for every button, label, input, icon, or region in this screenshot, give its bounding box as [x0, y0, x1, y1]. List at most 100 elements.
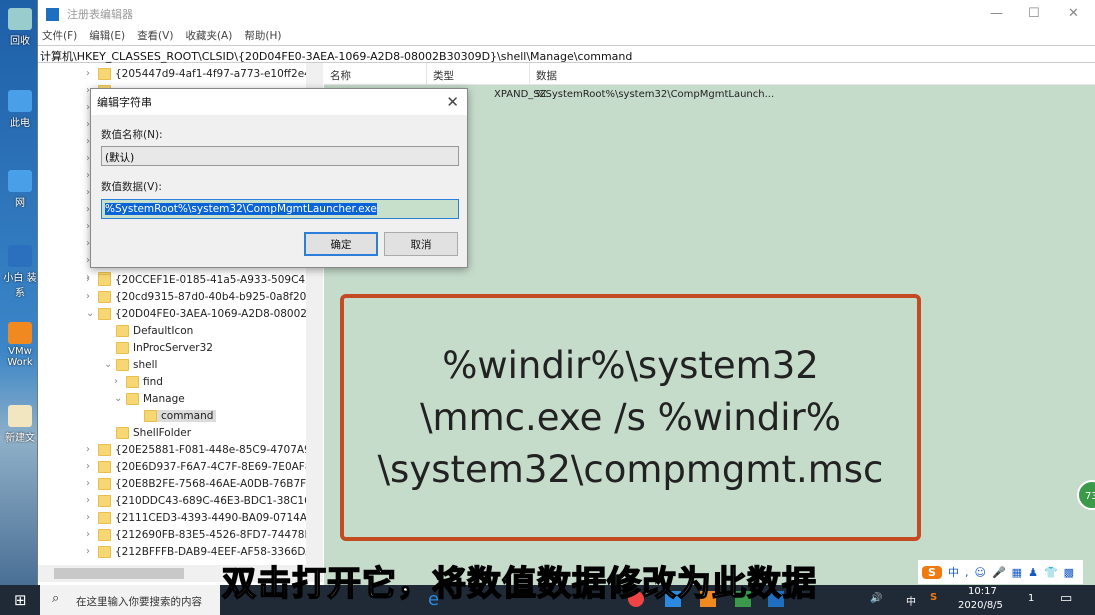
- scrollbar-thumb[interactable]: [54, 568, 184, 579]
- tree-label: command: [161, 409, 214, 422]
- keyboard-icon[interactable]: ▦: [1012, 566, 1022, 579]
- folder-icon: [98, 545, 111, 558]
- chevron-down-icon[interactable]: ⌄: [86, 308, 98, 319]
- menu-help[interactable]: 帮助(H): [244, 28, 281, 45]
- chevron-right-icon[interactable]: ›: [86, 461, 98, 472]
- user-icon[interactable]: ♟: [1028, 566, 1038, 579]
- search-placeholder: 在这里输入你要搜索的内容: [76, 596, 202, 608]
- dialog-title: 编辑字符串: [91, 89, 467, 115]
- value-data-field[interactable]: %SystemRoot%\system32\CompMgmtLauncher.e…: [101, 199, 459, 219]
- emoji-icon[interactable]: ☺: [975, 566, 986, 579]
- tree-row[interactable]: › {212690FB-83E5-4526-8FD7-74478B79: [86, 526, 323, 543]
- mic-icon[interactable]: 🎤: [992, 566, 1006, 579]
- chevron-right-icon[interactable]: ›: [86, 291, 98, 302]
- tree-label: {20E6D937-F6A7-4C7F-8E69-7E0AF817: [115, 460, 323, 473]
- tree-row[interactable]: ⌄ shell: [104, 356, 157, 373]
- menu-favorites[interactable]: 收藏夹(A): [185, 28, 232, 45]
- value-name-label: 数值名称(N):: [101, 129, 163, 141]
- ime-toolbar: S 中 , ☺ 🎤 ▦ ♟ 👕 ▩: [918, 560, 1083, 584]
- dialog-close-button[interactable]: ✕: [446, 93, 459, 111]
- desktop-icon-network[interactable]: 网: [2, 170, 38, 209]
- folder-icon: [98, 477, 111, 490]
- computer-icon: [8, 90, 32, 112]
- annotation-box: %windir%\system32 \mmc.exe /s %windir% \…: [340, 294, 921, 541]
- action-center-icon[interactable]: ▭: [1060, 591, 1072, 606]
- clock-date[interactable]: 2020/8/5: [958, 600, 1003, 611]
- chevron-right-icon[interactable]: ›: [114, 376, 126, 387]
- tree-row[interactable]: › {20E6D937-F6A7-4C7F-8E69-7E0AF817: [86, 458, 323, 475]
- folder-icon: [98, 67, 111, 80]
- window-title: 注册表编辑器: [67, 8, 133, 21]
- tree-row[interactable]: DefaultIcon: [104, 322, 193, 339]
- close-button[interactable]: ✕: [1068, 6, 1079, 21]
- value-name-field[interactable]: (默认): [101, 146, 459, 166]
- tree-row[interactable]: ShellFolder: [104, 424, 191, 441]
- desktop-icon-xiaobai[interactable]: 小白 装系: [2, 245, 38, 299]
- tree-row[interactable]: › find: [114, 373, 163, 390]
- annotation-line: \system32\compmgmt.msc: [377, 447, 884, 491]
- tree-row[interactable]: ⌄ {20D04FE0-3AEA-1069-A2D8-08002B30: [86, 305, 323, 322]
- menu-edit[interactable]: 编辑(E): [89, 28, 125, 45]
- tree-label: {20CCEF1E-0185-41a5-A933-509C43B5: [115, 273, 323, 286]
- maximize-button[interactable]: ☐: [1028, 6, 1040, 21]
- ime-mode[interactable]: 中: [948, 564, 959, 580]
- sogou-logo-icon[interactable]: S: [922, 565, 942, 579]
- chevron-right-icon[interactable]: ›: [86, 512, 98, 523]
- annotation-line: \mmc.exe /s %windir%: [420, 395, 841, 439]
- folder-icon: [98, 443, 111, 456]
- column-type[interactable]: 类型: [427, 63, 530, 84]
- menu-bar: 文件(F) 编辑(E) 查看(V) 收藏夹(A) 帮助(H): [38, 28, 1095, 45]
- taskbar-search[interactable]: ⌕ 在这里输入你要搜索的内容: [40, 585, 220, 615]
- desktop-icon-vmware[interactable]: VMw Work: [2, 322, 38, 368]
- tree-row[interactable]: ⌄ Manage: [114, 390, 185, 407]
- tree-row[interactable]: › {210DDC43-689C-46E3-BDC1-38C16CE: [86, 492, 323, 509]
- minimize-button[interactable]: —: [990, 6, 1003, 21]
- chevron-right-icon[interactable]: ›: [86, 444, 98, 455]
- skin-icon[interactable]: 👕: [1044, 566, 1058, 579]
- address-bar[interactable]: 计算机\HKEY_CLASSES_ROOT\CLSID\{20D04FE0-3A…: [38, 45, 1095, 63]
- ime-language[interactable]: 中: [906, 593, 916, 608]
- chevron-down-icon[interactable]: ⌄: [114, 393, 126, 404]
- desktop-icon-new-file[interactable]: 新建文: [2, 405, 38, 444]
- tree-label: {2111CED3-4393-4490-BA09-0714A7C: [115, 511, 322, 524]
- menu-file[interactable]: 文件(F): [42, 28, 77, 45]
- desktop-icon-this-pc[interactable]: 此电: [2, 90, 38, 129]
- value-data[interactable]: %SystemRoot%\system32\CompMgmtLaunch...: [536, 89, 774, 100]
- cancel-button[interactable]: 取消: [384, 232, 458, 256]
- ok-button[interactable]: 确定: [304, 232, 378, 256]
- vmware-icon: [8, 322, 32, 344]
- tree-row[interactable]: InProcServer32: [104, 339, 213, 356]
- tree-row[interactable]: › {205447d9-4af1-4f97-a773-e10ff2e44e: [86, 65, 323, 82]
- clock-time[interactable]: 10:17: [968, 586, 997, 597]
- sogou-tray-icon[interactable]: S: [930, 592, 937, 603]
- desktop-icon-recycle-bin[interactable]: 回收: [2, 8, 38, 47]
- folder-icon: [98, 307, 111, 320]
- chevron-right-icon[interactable]: ›: [86, 274, 98, 285]
- tree-row[interactable]: command: [132, 407, 217, 424]
- chevron-right-icon[interactable]: ›: [86, 529, 98, 540]
- folder-icon: [98, 460, 111, 473]
- tree-row[interactable]: › {20E8B2FE-7568-46AE-A0DB-76B7F469: [86, 475, 323, 492]
- volume-icon[interactable]: 🔊: [870, 593, 882, 604]
- chevron-right-icon[interactable]: ›: [86, 68, 98, 79]
- tree-row[interactable]: › {20CCEF1E-0185-41a5-A933-509C43B5: [86, 271, 323, 288]
- chevron-right-icon[interactable]: ›: [86, 478, 98, 489]
- chevron-down-icon[interactable]: ⌄: [104, 359, 116, 370]
- tree-row[interactable]: › {2111CED3-4393-4490-BA09-0714A7C: [86, 509, 321, 526]
- folder-icon: [116, 358, 129, 371]
- column-name[interactable]: 名称: [324, 63, 427, 84]
- search-icon: ⌕: [52, 591, 60, 606]
- tree-row[interactable]: › {20E25881-F081-448e-85C9-4707A940: [86, 441, 323, 458]
- tree-row[interactable]: › {20cd9315-87d0-40b4-b925-0a8f208e: [86, 288, 319, 305]
- menu-view[interactable]: 查看(V): [137, 28, 173, 45]
- punctuation-icon[interactable]: ,: [965, 566, 969, 579]
- folder-icon: [98, 290, 111, 303]
- tree-label: {20E25881-F081-448e-85C9-4707A940: [115, 443, 323, 456]
- tree-label: find: [143, 375, 163, 388]
- toolbox-icon[interactable]: ▩: [1064, 566, 1074, 579]
- notification-count[interactable]: 1: [1028, 593, 1034, 604]
- windows-start-icon[interactable]: ⊞: [14, 591, 27, 609]
- chevron-right-icon[interactable]: ›: [86, 495, 98, 506]
- chevron-right-icon[interactable]: ›: [86, 546, 98, 557]
- column-data[interactable]: 数据: [530, 63, 1095, 84]
